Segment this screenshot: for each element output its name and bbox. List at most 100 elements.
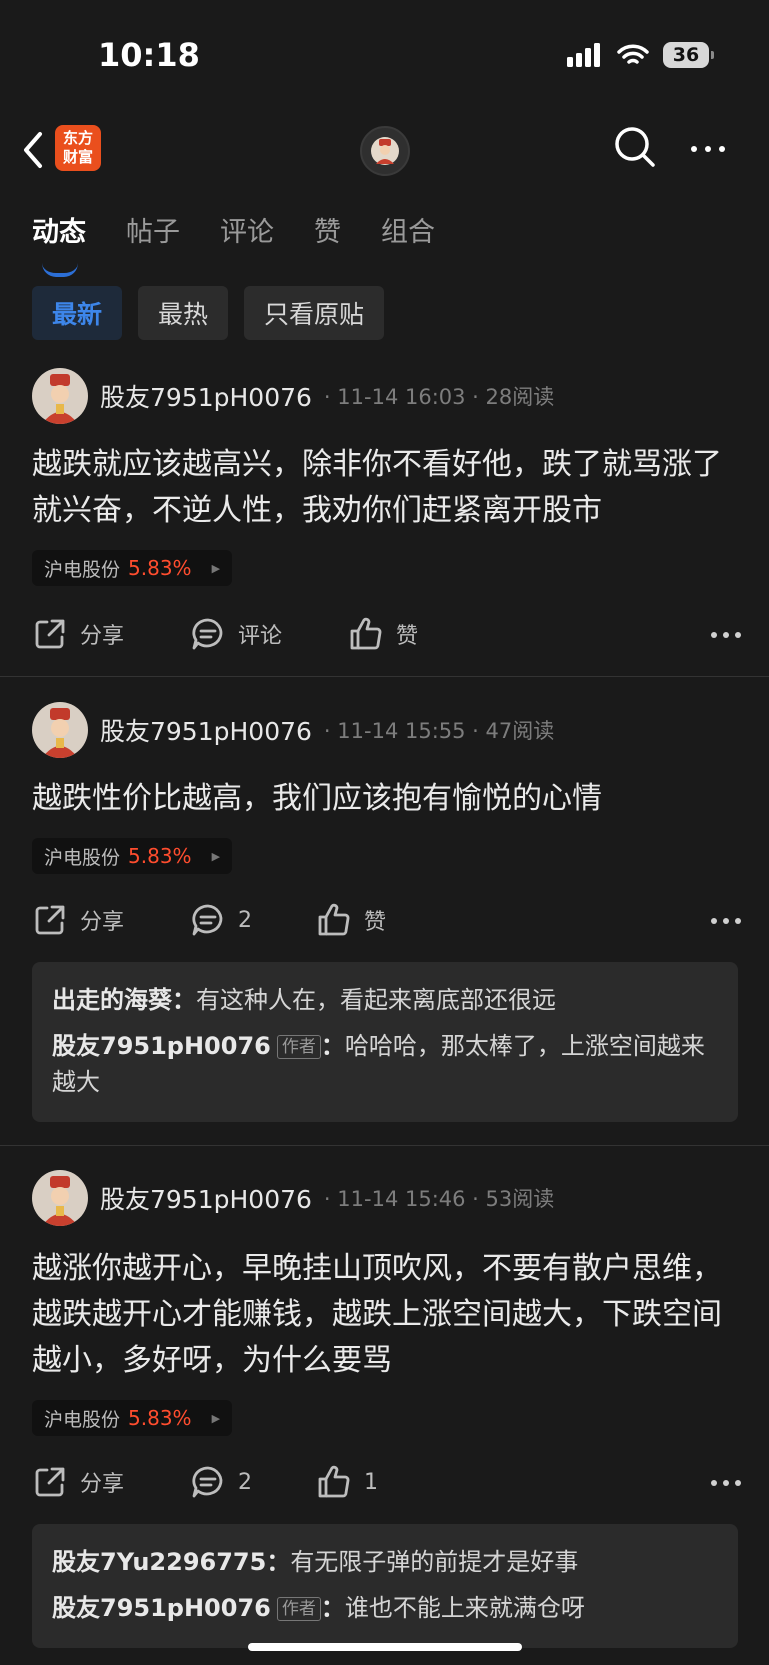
thumbs-up-icon (350, 617, 382, 650)
post-date: 11-14 15:46 (337, 1187, 466, 1211)
like-count: 1 (364, 1469, 378, 1495)
more-icon[interactable] (710, 1468, 742, 1498)
logo-text-line2: 财富 (62, 148, 93, 166)
comment-text: 谁也不能上来就满仓呀 (344, 1594, 585, 1622)
comment-icon (192, 618, 223, 650)
battery-icon: 36 (663, 42, 714, 68)
filter-hottest[interactable]: 最热 (138, 286, 229, 340)
tab-posts[interactable]: 帖子 (126, 210, 180, 249)
comment-label: 评论 (238, 624, 283, 649)
comment-preview[interactable]: 出走的海葵：有这种人在，看起来离底部还很远 股友7951pH0076 作者 ：哈哈哈… (32, 962, 738, 1122)
avatar[interactable] (32, 1170, 88, 1226)
comment-count: 2 (238, 907, 252, 933)
comment-button[interactable]: 评论 (190, 612, 282, 656)
stock-tag[interactable]: 沪电股份 5.83% ▶ (32, 550, 233, 586)
post-reads: 47阅读 (485, 719, 555, 743)
post-content[interactable]: 越跌性价比越高，我们应该抱有愉悦的心情 (32, 776, 742, 822)
username[interactable]: 股友7951pH0076 (100, 712, 312, 748)
post-meta: · 11-14 15:55 · 47阅读 (323, 719, 555, 743)
comment-icon (192, 904, 223, 936)
share-label: 分享 (80, 910, 125, 935)
like-button[interactable]: 1 (316, 1460, 378, 1504)
comment-text: 有无限子弹的前提才是好事 (290, 1548, 579, 1576)
commenter-name[interactable]: 股友7951pH0076 (52, 1032, 271, 1060)
like-button[interactable]: 赞 (316, 898, 386, 942)
play-arrow-icon: ▶ (211, 561, 221, 575)
wifi-icon (617, 44, 649, 64)
post-actions: 分享 2 1 (32, 1460, 742, 1504)
divider (0, 1145, 769, 1146)
commenter-name[interactable]: 出走的海葵 (52, 986, 172, 1014)
comment-preview[interactable]: 股友7Yu2296775：有无限子弹的前提才是好事 股友7951pH0076 作者… (32, 1524, 738, 1648)
author-badge: 作者 (276, 1035, 321, 1059)
avatar[interactable] (32, 368, 88, 424)
comment-line: 股友7951pH0076 作者 ：谁也不能上来就满仓呀 (52, 1590, 718, 1626)
post-reads: 28阅读 (485, 385, 555, 409)
play-arrow-icon: ▶ (211, 849, 221, 863)
more-icon[interactable] (710, 906, 742, 936)
username[interactable]: 股友7951pH0076 (100, 1180, 312, 1216)
post-content[interactable]: 越跌就应该越高兴，除非你不看好他，跌了就骂涨了就兴奋，不逆人性，我劝你们赶紧离开… (32, 442, 742, 534)
comment-button[interactable]: 2 (190, 898, 252, 942)
post-date: 11-14 16:03 (337, 385, 466, 409)
home-indicator[interactable] (248, 1643, 522, 1651)
colon: ： (172, 986, 196, 1014)
author-badge: 作者 (276, 1597, 321, 1621)
commenter-name[interactable]: 股友7951pH0076 (52, 1594, 271, 1622)
stock-change: 5.83% (128, 844, 192, 868)
avatar[interactable] (32, 702, 88, 758)
divider (0, 676, 769, 677)
more-icon[interactable] (686, 134, 730, 164)
fortune-god-icon (42, 1176, 78, 1226)
stock-tag[interactable]: 沪电股份 5.83% ▶ (32, 1400, 233, 1436)
tab-comments[interactable]: 评论 (220, 210, 274, 249)
profile-avatar[interactable] (360, 126, 410, 176)
post-reads: 53阅读 (485, 1187, 555, 1211)
back-chevron-icon[interactable] (18, 130, 48, 170)
tab-bar: 动态 帖子 评论 赞 组合 (32, 210, 475, 277)
nav-bar: 东方 财富 (0, 112, 769, 186)
comment-count: 2 (238, 1469, 252, 1495)
play-arrow-icon: ▶ (211, 1411, 221, 1425)
post-date: 11-14 15:55 (337, 719, 466, 743)
tab-likes[interactable]: 赞 (314, 210, 341, 249)
filter-latest[interactable]: 最新 (32, 286, 123, 340)
comment-line: 出走的海葵：有这种人在，看起来离底部还很远 (52, 982, 718, 1018)
filter-original-only[interactable]: 只看原贴 (244, 286, 385, 340)
stock-tag[interactable]: 沪电股份 5.83% ▶ (32, 838, 233, 874)
stock-name: 沪电股份 (44, 1408, 121, 1431)
colon: ： (266, 1548, 291, 1576)
username[interactable]: 股友7951pH0076 (100, 378, 312, 414)
colon: ： (320, 1032, 345, 1060)
share-button[interactable]: 分享 (32, 898, 124, 942)
share-button[interactable]: 分享 (32, 1460, 124, 1504)
app-logo[interactable]: 东方 财富 (55, 125, 101, 171)
thumbs-up-icon (318, 1465, 350, 1498)
status-bar: 10:18 36 (0, 0, 769, 110)
like-label: 赞 (364, 910, 387, 935)
post-meta: · 11-14 16:03 · 28阅读 (323, 385, 555, 409)
post-content[interactable]: 越涨你越开心，早晚挂山顶吹风，不要有散户思维，越跌越开心才能赚钱，越跌上涨空间越… (32, 1246, 742, 1384)
like-button[interactable]: 赞 (348, 612, 418, 656)
comment-button[interactable]: 2 (190, 1460, 252, 1504)
search-icon[interactable] (612, 124, 658, 170)
tab-portfolio[interactable]: 组合 (381, 210, 435, 249)
logo-text-line1: 东方 (62, 129, 93, 147)
stock-name: 沪电股份 (44, 846, 121, 869)
stock-name: 沪电股份 (44, 558, 121, 581)
post-actions: 分享 2 赞 (32, 898, 742, 942)
share-button[interactable]: 分享 (32, 612, 124, 656)
comment-icon (192, 1466, 223, 1498)
fortune-god-icon (42, 708, 78, 758)
stock-change: 5.83% (128, 556, 192, 580)
colon: ： (320, 1594, 345, 1622)
like-label: 赞 (396, 624, 419, 649)
share-label: 分享 (80, 624, 125, 649)
share-label: 分享 (80, 1472, 125, 1497)
tab-activity[interactable]: 动态 (32, 210, 86, 277)
more-icon[interactable] (710, 620, 742, 650)
commenter-name[interactable]: 股友7Yu2296775 (52, 1548, 266, 1576)
stock-change: 5.83% (128, 1406, 192, 1430)
status-time: 10:18 (98, 36, 200, 74)
share-icon (35, 1467, 65, 1497)
